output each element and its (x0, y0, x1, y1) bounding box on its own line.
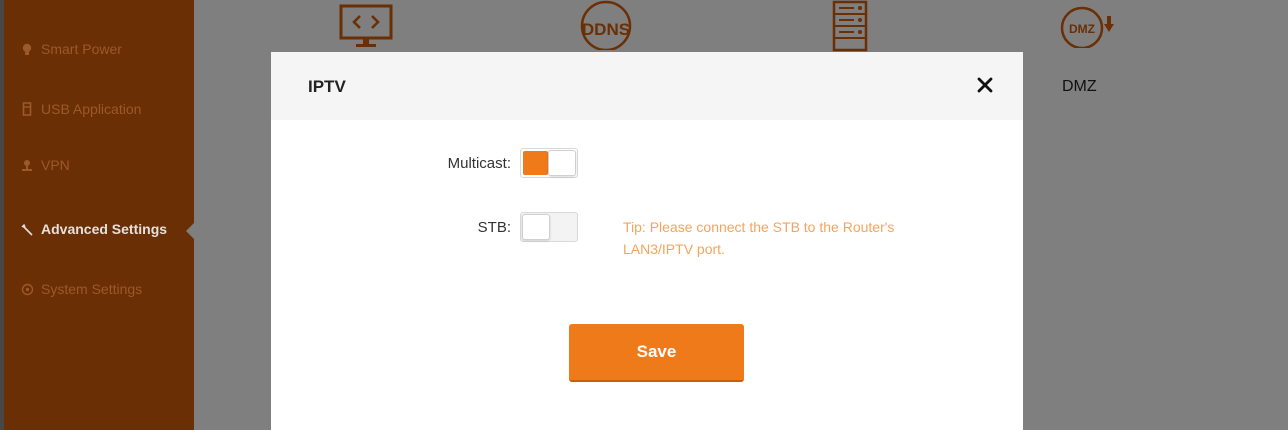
usb-icon (20, 102, 34, 116)
toggle-knob (548, 150, 576, 176)
toggle-knob (522, 214, 550, 240)
dmz-label: DMZ (1062, 78, 1097, 95)
active-indicator (186, 221, 196, 241)
stb-tip: Tip: Please connect the STB to the Route… (623, 219, 895, 257)
stb-toggle[interactable] (520, 212, 578, 242)
modal-title: IPTV (308, 77, 346, 96)
sidebar-item-vpn[interactable]: VPN (20, 153, 70, 177)
sidebar-item-usb-application[interactable]: USB Application (20, 97, 141, 121)
server-icon[interactable] (832, 0, 868, 57)
wrench-icon (20, 222, 34, 236)
sidebar-item-label: Smart Power (41, 41, 122, 57)
sidebar-item-label: USB Application (41, 101, 142, 117)
svg-text:DMZ: DMZ (1069, 22, 1095, 36)
close-icon[interactable] (977, 77, 993, 93)
bulb-icon (20, 42, 34, 56)
multicast-toggle[interactable] (520, 148, 578, 178)
ddns-icon[interactable]: DDNS (578, 0, 634, 55)
sidebar-item-smart-power[interactable]: Smart Power (20, 37, 122, 61)
sidebar-item-label: System Settings (41, 281, 143, 297)
dmz-icon[interactable]: DMZ (1060, 2, 1120, 53)
sidebar-item-label: VPN (41, 157, 70, 173)
sidebar-item-system-settings[interactable]: System Settings (20, 277, 142, 301)
sidebar-item-advanced-settings[interactable]: Advanced Settings (20, 217, 167, 241)
remote-display-icon[interactable] (338, 4, 394, 53)
person-icon (20, 158, 34, 172)
svg-text:DDNS: DDNS (582, 20, 630, 39)
close-button[interactable] (974, 74, 996, 96)
modal-header: IPTV (271, 52, 1023, 120)
gear-icon (20, 282, 34, 296)
stb-label: STB: (477, 219, 511, 236)
save-button[interactable]: Save (569, 324, 744, 382)
sidebar-item-label: Advanced Settings (41, 221, 168, 237)
iptv-modal: IPTV Multicast: STB: Tip: Please connect… (271, 52, 1023, 430)
toggle-fill (523, 151, 548, 175)
sidebar: Smart Power USB Application VPN Advanced… (0, 0, 194, 430)
multicast-label: Multicast: (447, 155, 511, 172)
